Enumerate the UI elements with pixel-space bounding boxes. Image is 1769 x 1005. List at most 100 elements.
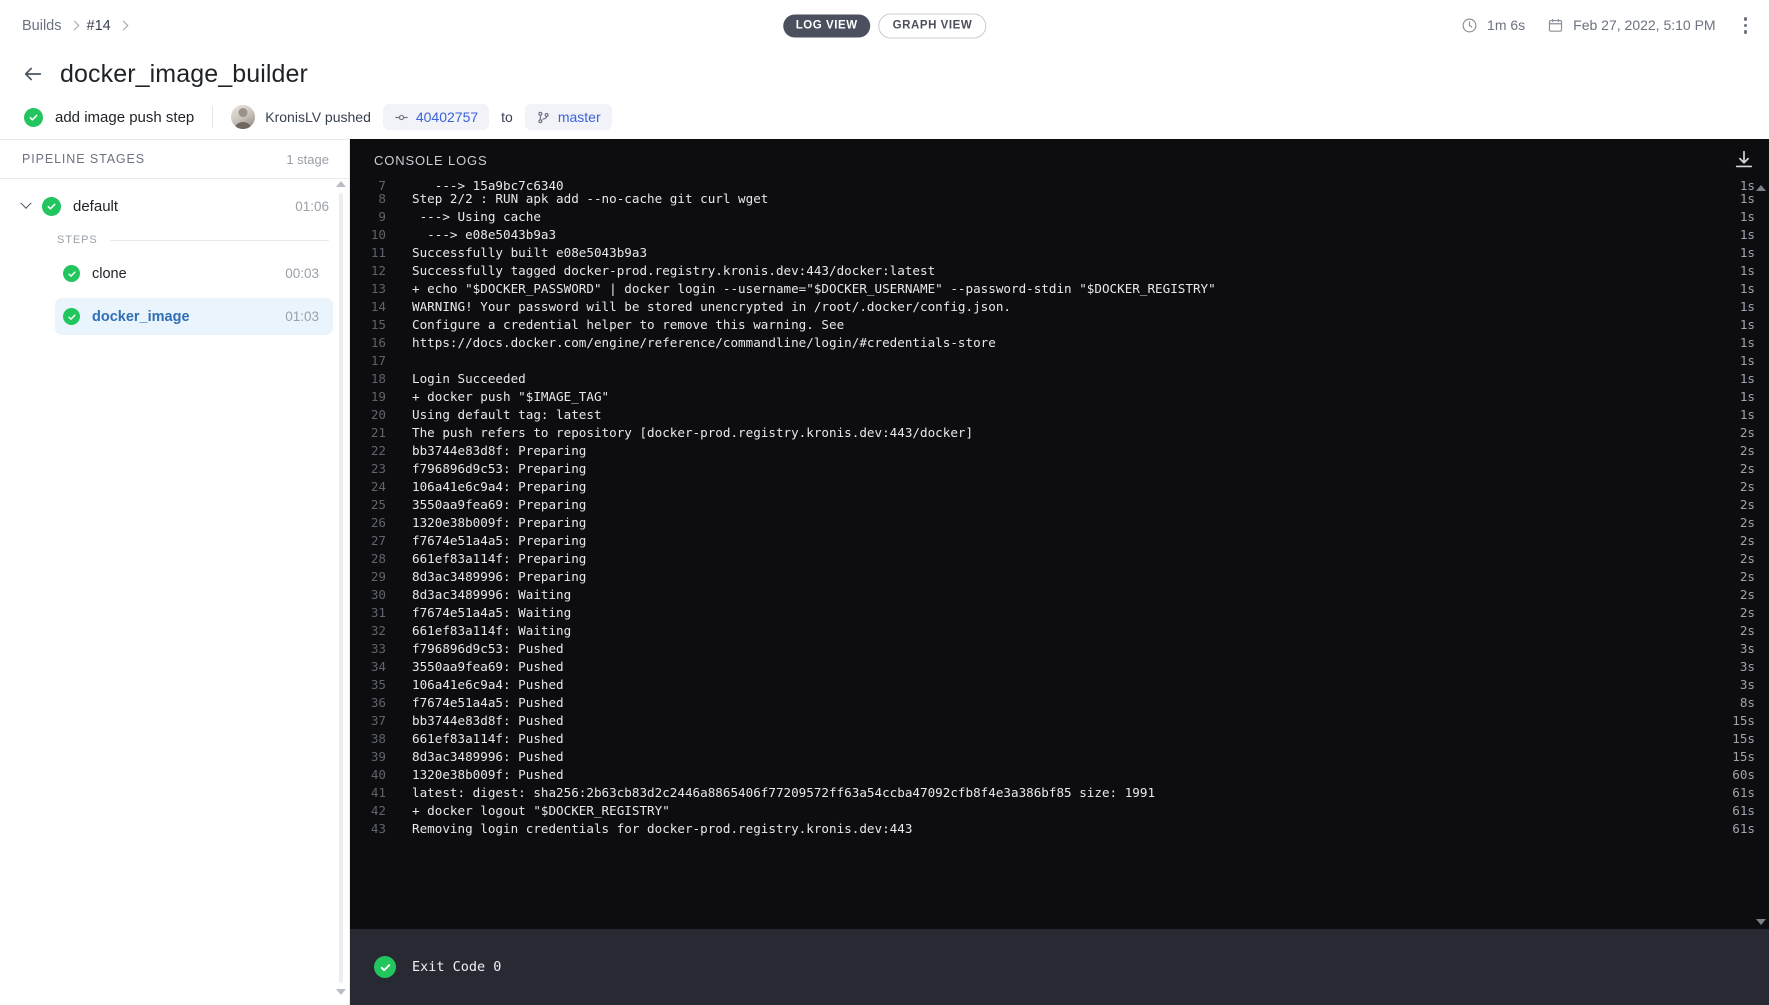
steps-section-label: STEPS	[0, 228, 349, 252]
tab-log-view[interactable]: LOG VIEW	[782, 14, 871, 37]
stage-name: default	[73, 197, 119, 215]
sidebar-scrollbar-track[interactable]	[339, 193, 343, 983]
breadcrumb: Builds #14	[22, 18, 129, 34]
log-line-text: 8d3ac3489996: Preparing	[412, 569, 587, 584]
build-datetime: Feb 27, 2022, 5:10 PM	[1547, 17, 1716, 34]
log-line-number: 27	[370, 533, 386, 548]
commit-hash-text: 40402757	[415, 109, 479, 125]
log-line-number: 24	[370, 479, 386, 494]
scroll-down-arrow-icon[interactable]	[1756, 919, 1766, 925]
console-log-line: 36 f7674e51a4a5: Pushed 8s	[350, 694, 1769, 712]
log-line-number: 33	[370, 641, 386, 656]
console-log-line: 37 bb3744e83d8f: Pushed 15s	[350, 712, 1769, 730]
chevron-down-icon[interactable]	[20, 197, 32, 209]
kebab-menu-icon[interactable]	[1738, 13, 1753, 37]
log-line-text: + echo "$DOCKER_PASSWORD" | docker login…	[412, 281, 1216, 296]
console-log-line: 31 f7674e51a4a5: Waiting 2s	[350, 604, 1769, 622]
console-log-viewport[interactable]: 7 ---> 15a9bc7c6340 1s 8 Step 2/2 : RUN apk…	[350, 181, 1769, 929]
breadcrumb-item-build-number[interactable]: #14	[87, 18, 111, 34]
console-logs-header: CONSOLE LOGS	[350, 139, 1769, 181]
log-line-number: 34	[370, 659, 386, 674]
log-line-number: 25	[370, 497, 386, 512]
log-line-number: 40	[370, 767, 386, 782]
log-line-number: 32	[370, 623, 386, 638]
scroll-up-arrow-icon[interactable]	[336, 181, 346, 187]
log-line-text: The push refers to repository [docker-pr…	[412, 425, 974, 440]
exit-code-text: Exit Code 0	[412, 959, 502, 975]
log-line-text: + docker logout "$DOCKER_REGISTRY"	[412, 803, 670, 818]
log-line-number: 9	[378, 209, 386, 224]
step-duration: 01:03	[285, 309, 319, 324]
main-body: PIPELINE STAGES 1 stage default 01:06 ST…	[0, 139, 1769, 1005]
log-line-text: f7674e51a4a5: Pushed	[412, 695, 564, 710]
console-log-line: 39 8d3ac3489996: Pushed 15s	[350, 748, 1769, 766]
branch-name: master	[557, 109, 601, 125]
console-log-line: 27 f7674e51a4a5: Preparing 2s	[350, 532, 1769, 550]
log-line-text: latest: digest: sha256:2b63cb83d2c2446a8…	[412, 785, 1156, 800]
step-duration: 00:03	[285, 266, 319, 281]
back-arrow-icon[interactable]	[22, 63, 44, 85]
log-line-text: bb3744e83d8f: Preparing	[412, 443, 587, 458]
sidebar-scrollbar[interactable]	[336, 181, 346, 995]
log-line-text: 3550aa9fea69: Preparing	[412, 497, 587, 512]
console-log-line: 32 661ef83a114f: Waiting 2s	[350, 622, 1769, 640]
branch-pill[interactable]: master	[524, 104, 612, 130]
commit-hash-pill[interactable]: 40402757	[382, 104, 490, 130]
sidebar-step-docker-image[interactable]: docker_image 01:03	[55, 298, 333, 335]
console-log-line: 26 1320e38b009f: Preparing 2s	[350, 514, 1769, 532]
chevron-right-icon	[69, 20, 79, 31]
console-logs-title: CONSOLE LOGS	[374, 152, 488, 168]
breadcrumb-item-builds[interactable]: Builds	[22, 18, 62, 34]
console-log-line: 22 bb3744e83d8f: Preparing 2s	[350, 442, 1769, 460]
pipeline-stages-count: 1 stage	[286, 151, 329, 167]
log-line-number: 30	[370, 587, 386, 602]
build-title-row: docker_image_builder	[22, 53, 1769, 95]
download-icon[interactable]	[1733, 149, 1755, 171]
log-line-text: Removing login credentials for docker-pr…	[412, 821, 913, 836]
log-line-number: 29	[370, 569, 386, 584]
log-line-text: 106a41e6c9a4: Pushed	[412, 677, 564, 692]
console-log-line: 11 Successfully built e08e5043b9a3 1s	[350, 244, 1769, 262]
build-duration-text: 1m 6s	[1487, 17, 1526, 34]
log-line-text: f7674e51a4a5: Preparing	[412, 533, 587, 548]
console-scrollbar[interactable]	[1755, 181, 1767, 929]
log-line-text: Login Succeeded	[412, 371, 526, 386]
clock-icon	[1462, 18, 1477, 33]
log-line-number: 20	[370, 407, 386, 422]
step-name: clone	[92, 265, 127, 282]
log-line-number: 22	[370, 443, 386, 458]
scroll-up-arrow-icon[interactable]	[1756, 185, 1766, 191]
log-line-number: 7	[378, 181, 386, 190]
sidebar-step-clone[interactable]: clone 00:03	[55, 255, 333, 292]
log-line-text: Using default tag: latest	[412, 407, 602, 422]
console-log-line: 18 Login Succeeded 1s	[350, 370, 1769, 388]
divider	[109, 239, 329, 241]
commit-author: KronisLV pushed	[265, 109, 371, 125]
check-circle-icon	[24, 107, 43, 127]
console-log-line: 35 106a41e6c9a4: Pushed 3s	[350, 676, 1769, 694]
scroll-down-arrow-icon[interactable]	[336, 989, 346, 995]
log-line-number: 38	[370, 731, 386, 746]
log-line-text: https://docs.docker.com/engine/reference…	[412, 335, 996, 350]
log-line-number: 23	[370, 461, 386, 476]
console-panel: CONSOLE LOGS 7 ---> 15a9bc7c6340 1s 8 Step …	[350, 139, 1769, 1005]
stage-row-default[interactable]: default 01:06	[0, 184, 349, 228]
log-line-text: 8d3ac3489996: Pushed	[412, 749, 564, 764]
log-line-number: 19	[370, 389, 386, 404]
console-log-line: 17 1s	[350, 352, 1769, 370]
console-log-line: 9 ---> Using cache 1s	[350, 208, 1769, 226]
log-line-number: 17	[370, 353, 386, 368]
log-line-text: Step 2/2 : RUN apk add --no-cache git cu…	[412, 191, 769, 206]
branch-icon	[538, 111, 549, 123]
log-line-text: ---> Using cache	[412, 209, 541, 224]
console-log-line: 16 https://docs.docker.com/engine/referen…	[350, 334, 1769, 352]
console-log-line: 24 106a41e6c9a4: Preparing 2s	[350, 478, 1769, 496]
log-line-text: 661ef83a114f: Waiting	[412, 623, 572, 638]
tab-graph-view[interactable]: GRAPH VIEW	[878, 13, 987, 38]
log-line-number: 26	[370, 515, 386, 530]
log-line-text: ---> e08e5043b9a3	[412, 227, 557, 242]
calendar-icon	[1549, 18, 1563, 32]
log-line-text: 661ef83a114f: Pushed	[412, 731, 564, 746]
console-log-line: 29 8d3ac3489996: Preparing 2s	[350, 568, 1769, 586]
console-log-line: 8 Step 2/2 : RUN apk add --no-cache git c…	[350, 190, 1769, 208]
